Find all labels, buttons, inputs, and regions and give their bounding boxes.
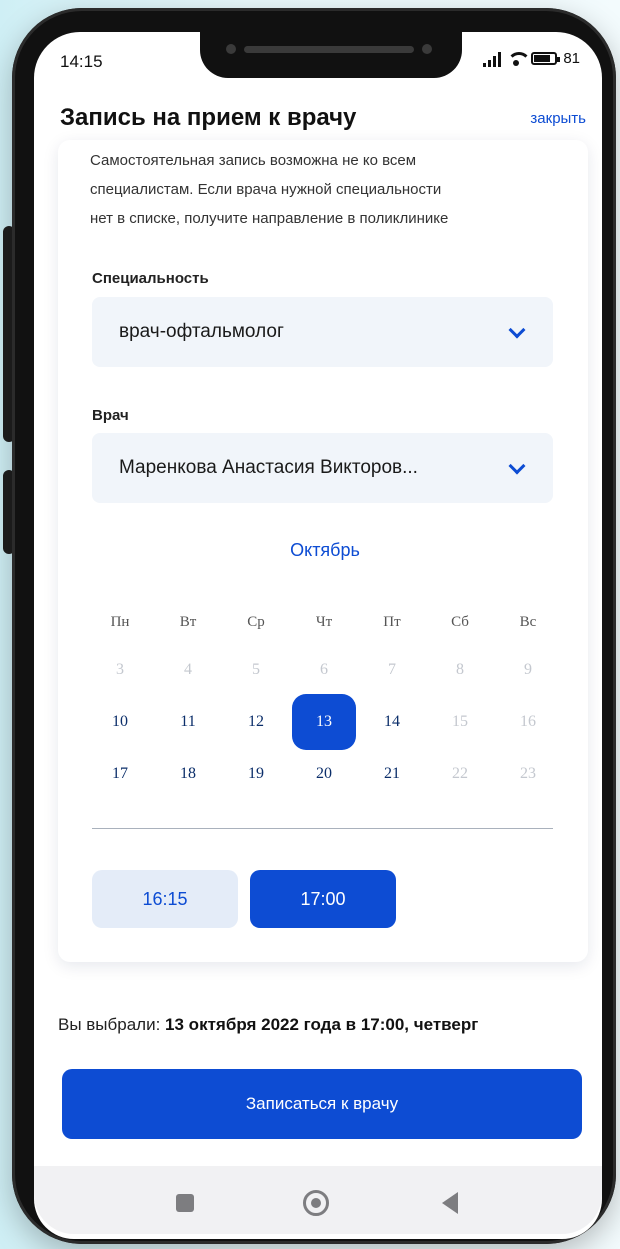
calendar-day[interactable]: 17 — [92, 750, 148, 798]
weekday-label: Ср — [247, 614, 265, 630]
calendar-day[interactable]: 10 — [92, 698, 148, 746]
selection-value: 13 октября 2022 года в 17:00, четверг — [165, 1015, 479, 1034]
notice-line: Самостоятельная запись возможна не ко вс… — [90, 152, 417, 169]
calendar-day: 6 — [320, 661, 328, 678]
notice-text: Самостоятельная запись возможна не ко вс… — [90, 146, 560, 233]
book-appointment-button[interactable]: Записаться к врачу — [62, 1069, 582, 1139]
chevron-down-icon — [508, 457, 526, 475]
calendar-day: 7 — [388, 661, 396, 678]
calendar-day[interactable]: 21 — [364, 750, 420, 798]
calendar-day[interactable]: 11 — [160, 698, 216, 746]
specialty-select[interactable]: врач-офтальмолог — [92, 297, 553, 367]
recent-apps-icon[interactable] — [176, 1194, 194, 1212]
sensor-icon — [226, 44, 236, 54]
back-icon[interactable] — [442, 1192, 458, 1214]
calendar-day: 5 — [252, 661, 260, 678]
battery-icon — [531, 52, 561, 65]
close-link[interactable]: закрыть — [530, 110, 586, 127]
calendar-day[interactable]: 14 — [364, 698, 420, 746]
status-time: 14:15 — [60, 52, 103, 71]
notice-line: специалистам. Если врача нужной специаль… — [90, 181, 442, 198]
calendar-day[interactable]: 12 — [228, 698, 284, 746]
calendar-day[interactable]: 20 — [296, 750, 352, 798]
weekday-label: Вт — [179, 614, 197, 630]
calendar-day: 9 — [524, 661, 532, 678]
selection-prefix: Вы выбрали: — [58, 1015, 166, 1034]
phone-notch — [200, 32, 462, 78]
calendar-day: 23 — [520, 765, 536, 782]
calendar-day: 15 — [452, 713, 468, 730]
signal-icon — [483, 51, 502, 67]
camera-icon — [422, 44, 432, 54]
weekday-label: Сб — [451, 614, 469, 630]
specialty-value: врач-офтальмолог — [119, 321, 284, 342]
battery-level: 81 — [563, 50, 580, 67]
calendar-day[interactable]: 18 — [160, 750, 216, 798]
calendar-day: 16 — [520, 713, 536, 730]
time-slot-button-selected[interactable]: 17:00 — [250, 870, 396, 928]
calendar-day[interactable]: 19 — [228, 750, 284, 798]
status-icons: 81 — [483, 50, 580, 67]
calendar-day: 22 — [452, 765, 468, 782]
calendar-day: 4 — [184, 661, 192, 678]
calendar-day-selected[interactable]: 13 — [292, 694, 356, 750]
doctor-value: Маренкова Анастасия Викторов... — [119, 457, 418, 478]
calendar-day: 8 — [456, 661, 464, 678]
doctor-label: Врач — [92, 407, 129, 424]
weekday-label: Чт — [315, 614, 333, 630]
wifi-icon — [507, 51, 532, 66]
divider — [92, 828, 553, 829]
speaker-grille — [244, 46, 414, 53]
weekday-label: Вс — [519, 614, 537, 630]
home-icon[interactable] — [303, 1190, 329, 1216]
page-title: Запись на прием к врачу — [60, 104, 357, 131]
calendar-month: Октябрь — [290, 540, 360, 560]
notice-line: нет в списке, получите направление в пол… — [90, 210, 449, 227]
selection-summary: Вы выбрали: 13 октября 2022 года в 17:00… — [58, 1015, 478, 1035]
specialty-label: Специальность — [92, 270, 209, 287]
time-slot-button[interactable]: 16:15 — [92, 870, 238, 928]
weekday-label: Пт — [383, 614, 401, 630]
weekday-label: Пн — [110, 614, 130, 630]
chevron-down-icon — [508, 321, 526, 339]
calendar-day: 3 — [116, 661, 124, 678]
doctor-select[interactable]: Маренкова Анастасия Викторов... — [92, 433, 553, 503]
